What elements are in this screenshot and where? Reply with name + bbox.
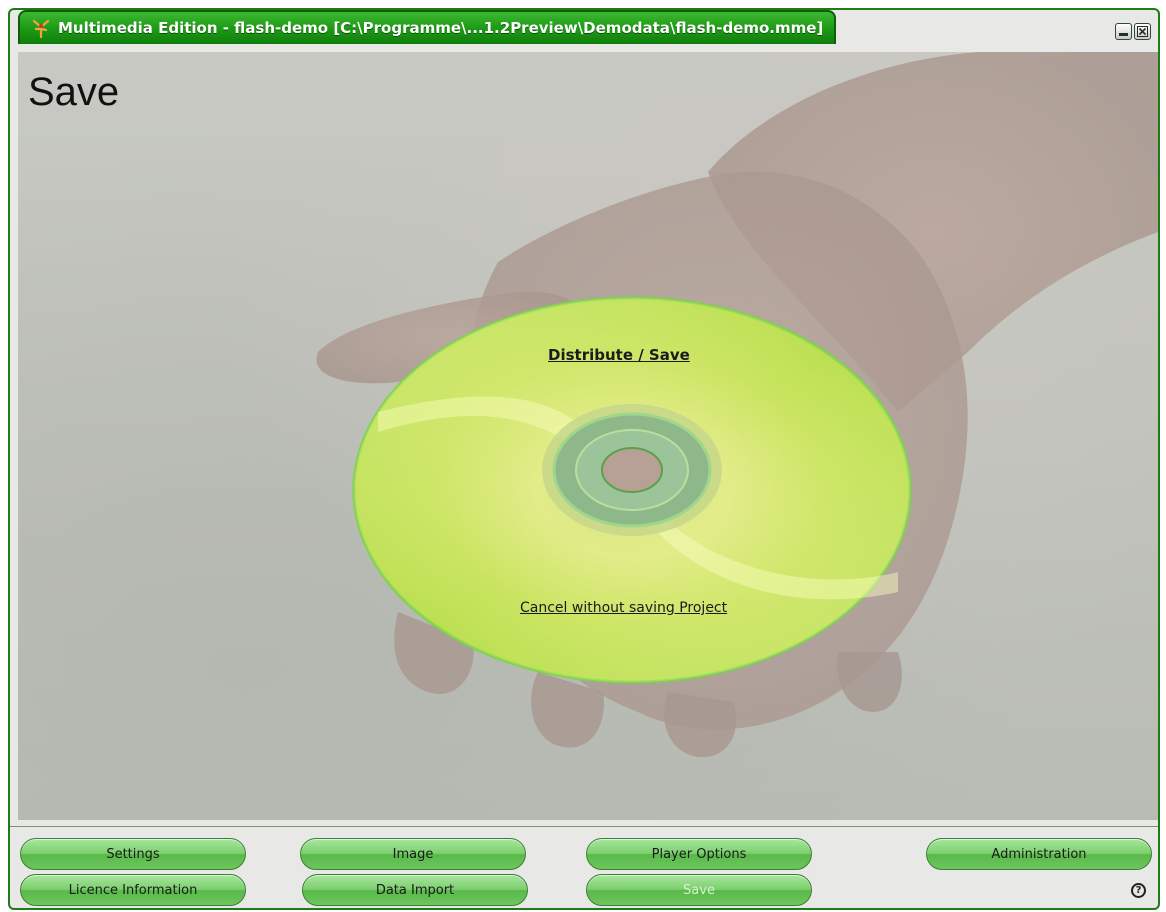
content-stage: Save Distribute / Save Cancel without sa… [18,52,1158,820]
administration-button[interactable]: Administration [926,838,1152,870]
distribute-save-link[interactable]: Distribute / Save [548,346,690,364]
window-title: Multimedia Edition - flash-demo [C:\Prog… [58,19,824,37]
hand-with-disc-image [316,52,1158,758]
image-button[interactable]: Image [300,838,526,870]
licence-information-button[interactable]: Licence Information [20,874,246,906]
page-title: Save [28,70,120,114]
close-icon[interactable] [1134,23,1151,40]
help-icon[interactable]: ? [1131,883,1146,898]
save-button: Save [586,874,812,906]
cancel-without-saving-link[interactable]: Cancel without saving Project [520,600,727,616]
app-logo-icon [32,19,50,39]
settings-button[interactable]: Settings [20,838,246,870]
minimize-icon[interactable] [1115,23,1132,40]
player-options-button[interactable]: Player Options [586,838,812,870]
data-import-button[interactable]: Data Import [302,874,528,906]
title-bar[interactable]: Multimedia Edition - flash-demo [C:\Prog… [18,10,836,44]
